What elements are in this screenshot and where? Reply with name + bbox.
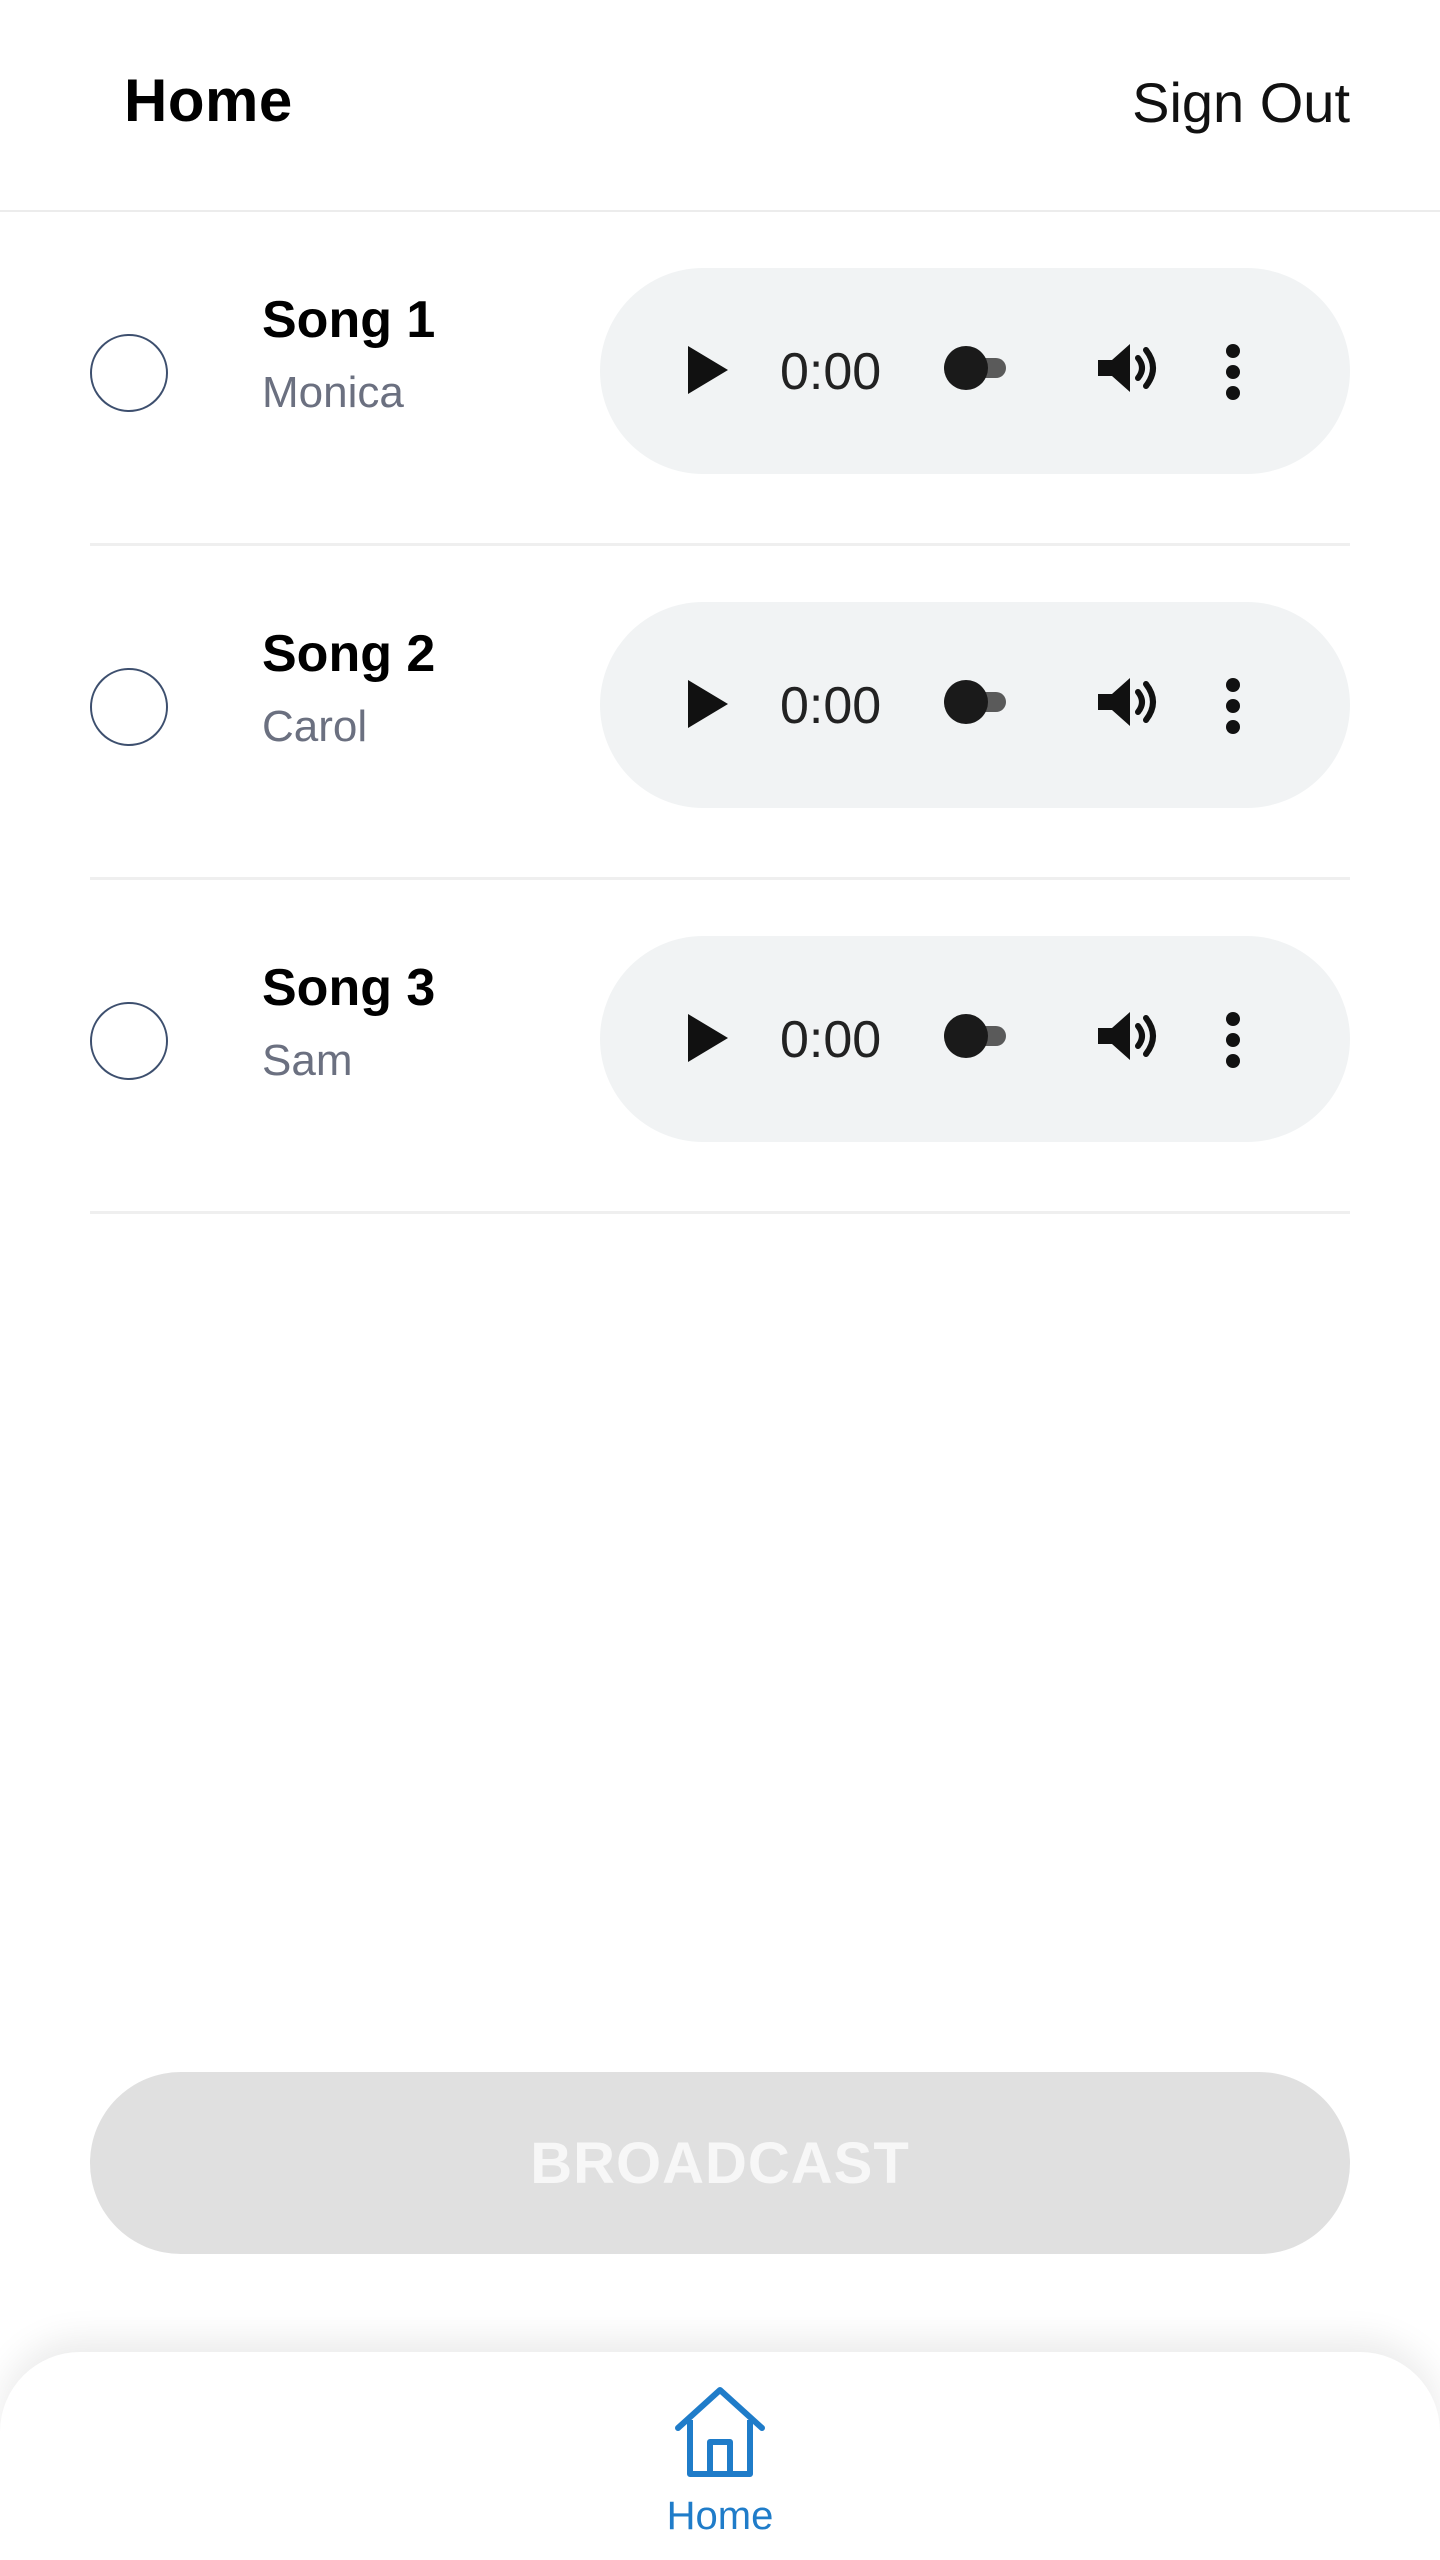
- song-row: Song 2 Carol 0:00: [90, 546, 1350, 880]
- seek-handle[interactable]: [944, 1014, 988, 1058]
- song-artist: Monica: [262, 368, 404, 417]
- song-title: Song 2: [262, 625, 436, 683]
- song-title: Song 3: [262, 959, 436, 1017]
- page: Home Sign Out Song 1 Monica 0:00 Song 2 …: [0, 0, 1440, 2560]
- audio-player: 0:00: [600, 268, 1350, 474]
- song-artist: Sam: [262, 1036, 353, 1085]
- audio-player: 0:00: [600, 602, 1350, 808]
- volume-icon[interactable]: [1094, 672, 1164, 732]
- current-time: 0:00: [780, 1011, 882, 1069]
- page-title: Home: [124, 67, 293, 134]
- nav-item-label: Home: [666, 2494, 774, 2538]
- volume-icon[interactable]: [1094, 1006, 1164, 1066]
- song-row: Song 3 Sam 0:00: [90, 880, 1350, 1214]
- song-select-radio[interactable]: [90, 668, 168, 746]
- current-time: 0:00: [780, 343, 882, 401]
- song-artist: Carol: [262, 702, 368, 751]
- volume-icon[interactable]: [1094, 338, 1164, 398]
- play-icon[interactable]: [688, 680, 728, 728]
- sign-out-link[interactable]: Sign Out: [1132, 70, 1350, 135]
- song-select-radio[interactable]: [90, 334, 168, 412]
- more-options-icon[interactable]: [1226, 1012, 1242, 1068]
- header: Home Sign Out: [0, 0, 1440, 212]
- play-icon[interactable]: [688, 346, 728, 394]
- song-select-radio[interactable]: [90, 1002, 168, 1080]
- song-row: Song 1 Monica 0:00: [90, 212, 1350, 546]
- audio-player: 0:00: [600, 936, 1350, 1142]
- seek-handle[interactable]: [944, 346, 988, 390]
- nav-item-home[interactable]: Home: [620, 2382, 820, 2552]
- more-options-icon[interactable]: [1226, 344, 1242, 400]
- home-icon: [675, 2387, 765, 2477]
- song-title: Song 1: [262, 291, 436, 349]
- more-options-icon[interactable]: [1226, 678, 1242, 734]
- seek-handle[interactable]: [944, 680, 988, 724]
- play-icon[interactable]: [688, 1014, 728, 1062]
- broadcast-button[interactable]: BROADCAST: [90, 2072, 1350, 2254]
- current-time: 0:00: [780, 677, 882, 735]
- bottom-nav: Home: [0, 2352, 1440, 2560]
- song-list: Song 1 Monica 0:00 Song 2 Carol 0:00 Son…: [90, 212, 1350, 1214]
